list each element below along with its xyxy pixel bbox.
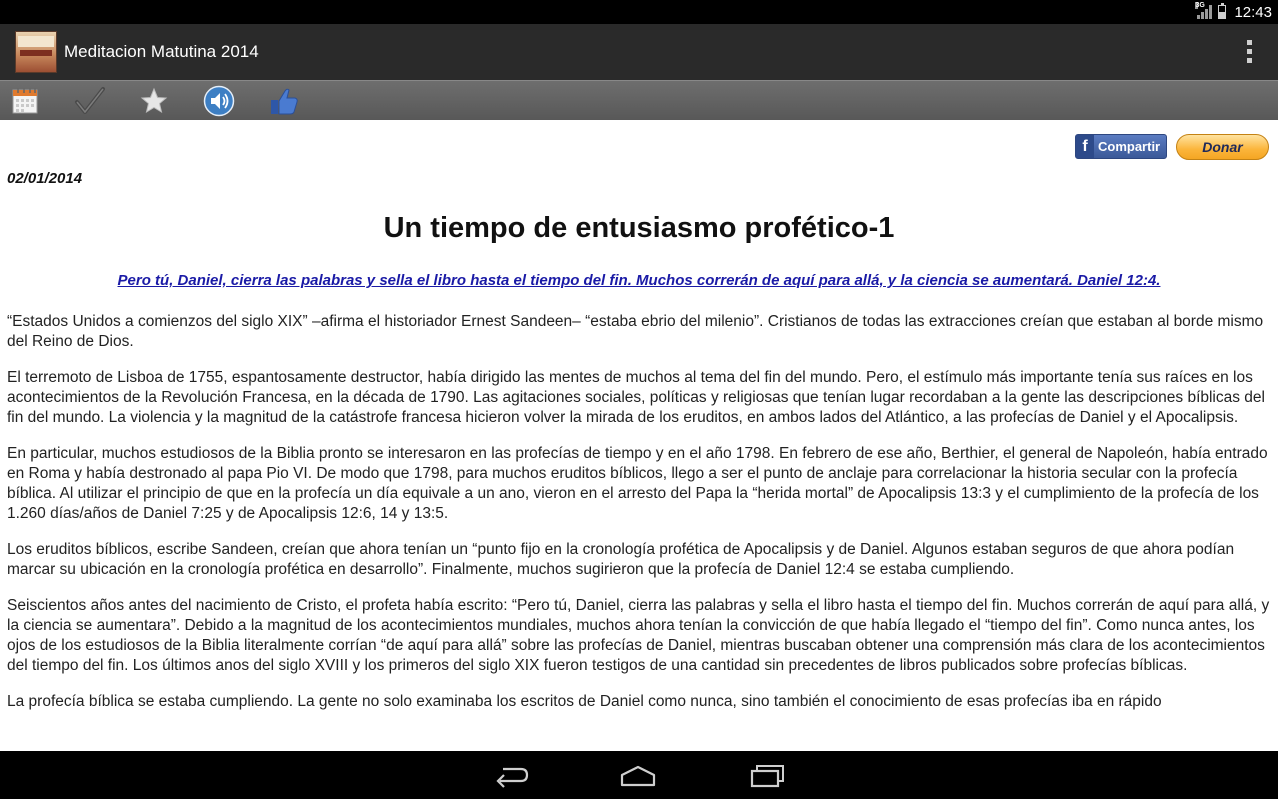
- paragraph: “Estados Unidos a comienzos del siglo XI…: [7, 313, 1264, 350]
- meditation-text: “Estados Unidos a comienzos del siglo XI…: [7, 312, 1273, 728]
- donate-button[interactable]: Donar: [1176, 134, 1269, 160]
- content-area[interactable]: f Compartir Donar 02/01/2014 Un tiempo d…: [0, 120, 1278, 751]
- page-title: Un tiempo de entusiasmo profético-1: [383, 212, 895, 244]
- home-icon[interactable]: [620, 761, 656, 789]
- battery-icon: [1218, 3, 1227, 19]
- book-cover-icon[interactable]: [15, 31, 57, 73]
- action-bar: Meditacion Matutina 2014: [0, 24, 1278, 80]
- signal-icon: 3G: [1195, 2, 1213, 19]
- navigation-bar: [0, 751, 1278, 799]
- paragraph: El terremoto de Lisboa de 1755, espantos…: [7, 369, 1265, 426]
- facebook-share-button[interactable]: f Compartir: [1075, 134, 1167, 159]
- calendar-icon[interactable]: [10, 85, 42, 117]
- overflow-menu-icon[interactable]: [1247, 40, 1252, 63]
- paragraph: Seiscientos años antes del nacimiento de…: [7, 597, 1270, 674]
- clock: 12:43: [1234, 3, 1272, 21]
- app-title: Meditacion Matutina 2014: [64, 42, 259, 61]
- paragraph: En particular, muchos estudiosos de la B…: [7, 445, 1268, 522]
- share-label: Compartir: [1098, 139, 1161, 154]
- facebook-icon: f: [1076, 135, 1094, 158]
- toolbar: [0, 80, 1278, 120]
- donate-label: Donar: [1202, 139, 1243, 155]
- status-bar: 3G 12:43: [0, 0, 1278, 24]
- thumbs-up-icon[interactable]: [268, 85, 300, 117]
- paragraph: La profecía bíblica se estaba cumpliendo…: [7, 693, 1162, 710]
- back-icon[interactable]: [494, 761, 530, 789]
- checkmark-icon[interactable]: [74, 85, 106, 117]
- recent-apps-icon[interactable]: [750, 761, 786, 789]
- speaker-icon[interactable]: [203, 85, 235, 117]
- network-type: 3G: [1195, 2, 1205, 9]
- entry-date: 02/01/2014: [7, 170, 83, 187]
- paragraph: Los eruditos bíblicos, escribe Sandeen, …: [7, 541, 1235, 578]
- bible-verse-link[interactable]: Pero tú, Daniel, cierra las palabras y s…: [0, 272, 1278, 289]
- star-icon[interactable]: [138, 85, 170, 117]
